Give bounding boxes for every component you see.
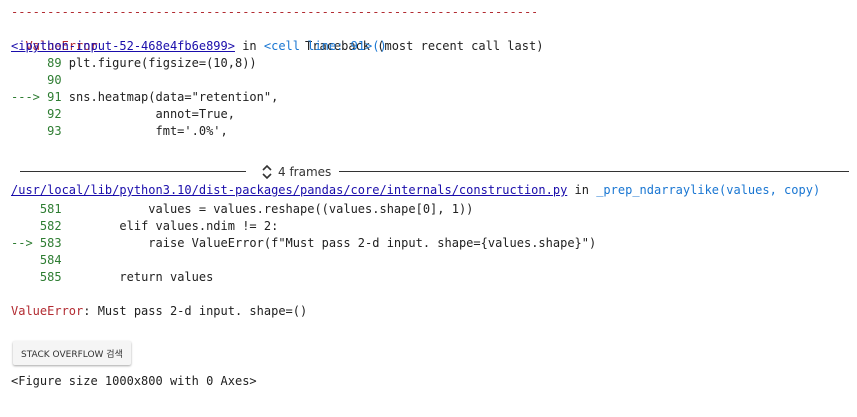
current-line-arrow: --> — [11, 236, 40, 250]
frame2-in: in — [567, 183, 597, 197]
frame2-line: 584 — [11, 252, 62, 269]
collapsed-frames: 4 frames — [20, 163, 849, 181]
current-line-arrow: ---> — [11, 90, 48, 104]
line-code: fmt='.0%', — [61, 124, 228, 138]
frames-divider-right — [339, 171, 849, 172]
expand-frames-toggle[interactable]: 4 frames — [258, 163, 335, 181]
frame1-line: 92 annot=True, — [11, 106, 235, 123]
line-number: 93 — [47, 124, 62, 138]
frame1-line: 93 fmt='.0%', — [11, 123, 228, 140]
frame1-location: <cell line: 91>() — [263, 39, 387, 53]
frame2-line: 585 return values — [11, 269, 213, 286]
frame1-file-link[interactable]: <ipython-input-52-468e4fb6e899> — [11, 39, 235, 53]
line-prefix — [11, 56, 47, 70]
line-number: 89 — [47, 56, 62, 70]
frame2-file-link[interactable]: /usr/local/lib/python3.10/dist-packages/… — [11, 183, 567, 197]
traceback-separator: ----------------------------------------… — [11, 5, 536, 19]
line-number: 581 — [39, 202, 62, 216]
line-code: plt.figure(figsize=(10,8)) — [61, 56, 257, 70]
frame2-line-current: --> 583 raise ValueError(f"Must pass 2-d… — [11, 235, 596, 252]
error-message-line: ValueError: Must pass 2-d input. shape=(… — [11, 303, 307, 320]
frame1-line-current: ---> 91 sns.heatmap(data="retention", — [11, 89, 278, 106]
line-number: 582 — [39, 219, 62, 233]
frame1-line: 89 plt.figure(figsize=(10,8)) — [11, 55, 257, 72]
frame2-header: /usr/local/lib/python3.10/dist-packages/… — [11, 182, 820, 199]
line-prefix — [11, 107, 47, 121]
line-number: 585 — [39, 270, 62, 284]
search-stack-overflow-button[interactable]: STACK OVERFLOW 검색 — [13, 341, 131, 365]
frame1-line: 90 — [11, 72, 62, 89]
error-name: ValueError — [11, 304, 84, 318]
line-code: raise ValueError(f"Must pass 2-d input. … — [61, 236, 597, 250]
frame1-in: in — [234, 39, 264, 53]
line-code: annot=True, — [61, 107, 235, 121]
line-prefix — [11, 253, 40, 267]
line-number: 92 — [47, 107, 62, 121]
frame2-line: 581 values = values.reshape((values.shap… — [11, 201, 474, 218]
line-number: 584 — [39, 253, 62, 267]
error-message: : Must pass 2-d input. shape=() — [83, 304, 308, 318]
frame2-function: _prep_ndarraylike(values, copy) — [596, 183, 821, 197]
frame1-header: <ipython-input-52-468e4fb6e899> in <cell… — [11, 38, 387, 55]
frames-count: 4 frames — [278, 165, 332, 179]
line-prefix — [11, 270, 40, 284]
line-prefix — [11, 202, 40, 216]
line-number: 91 — [47, 90, 62, 104]
line-code: elif values.ndim != 2: — [61, 219, 279, 233]
line-prefix — [11, 124, 47, 138]
line-number: 90 — [47, 73, 62, 87]
unfold-icon — [262, 164, 272, 180]
line-prefix — [11, 219, 40, 233]
cell-output: <Figure size 1000x800 with 0 Axes> — [11, 374, 257, 388]
frame2-line: 582 elif values.ndim != 2: — [11, 218, 278, 235]
frames-divider-left — [20, 171, 246, 172]
line-code: sns.heatmap(data="retention", — [61, 90, 279, 104]
line-number: 583 — [39, 236, 62, 250]
line-code: return values — [61, 270, 214, 284]
line-prefix — [11, 73, 47, 87]
line-code: values = values.reshape((values.shape[0]… — [61, 202, 474, 216]
